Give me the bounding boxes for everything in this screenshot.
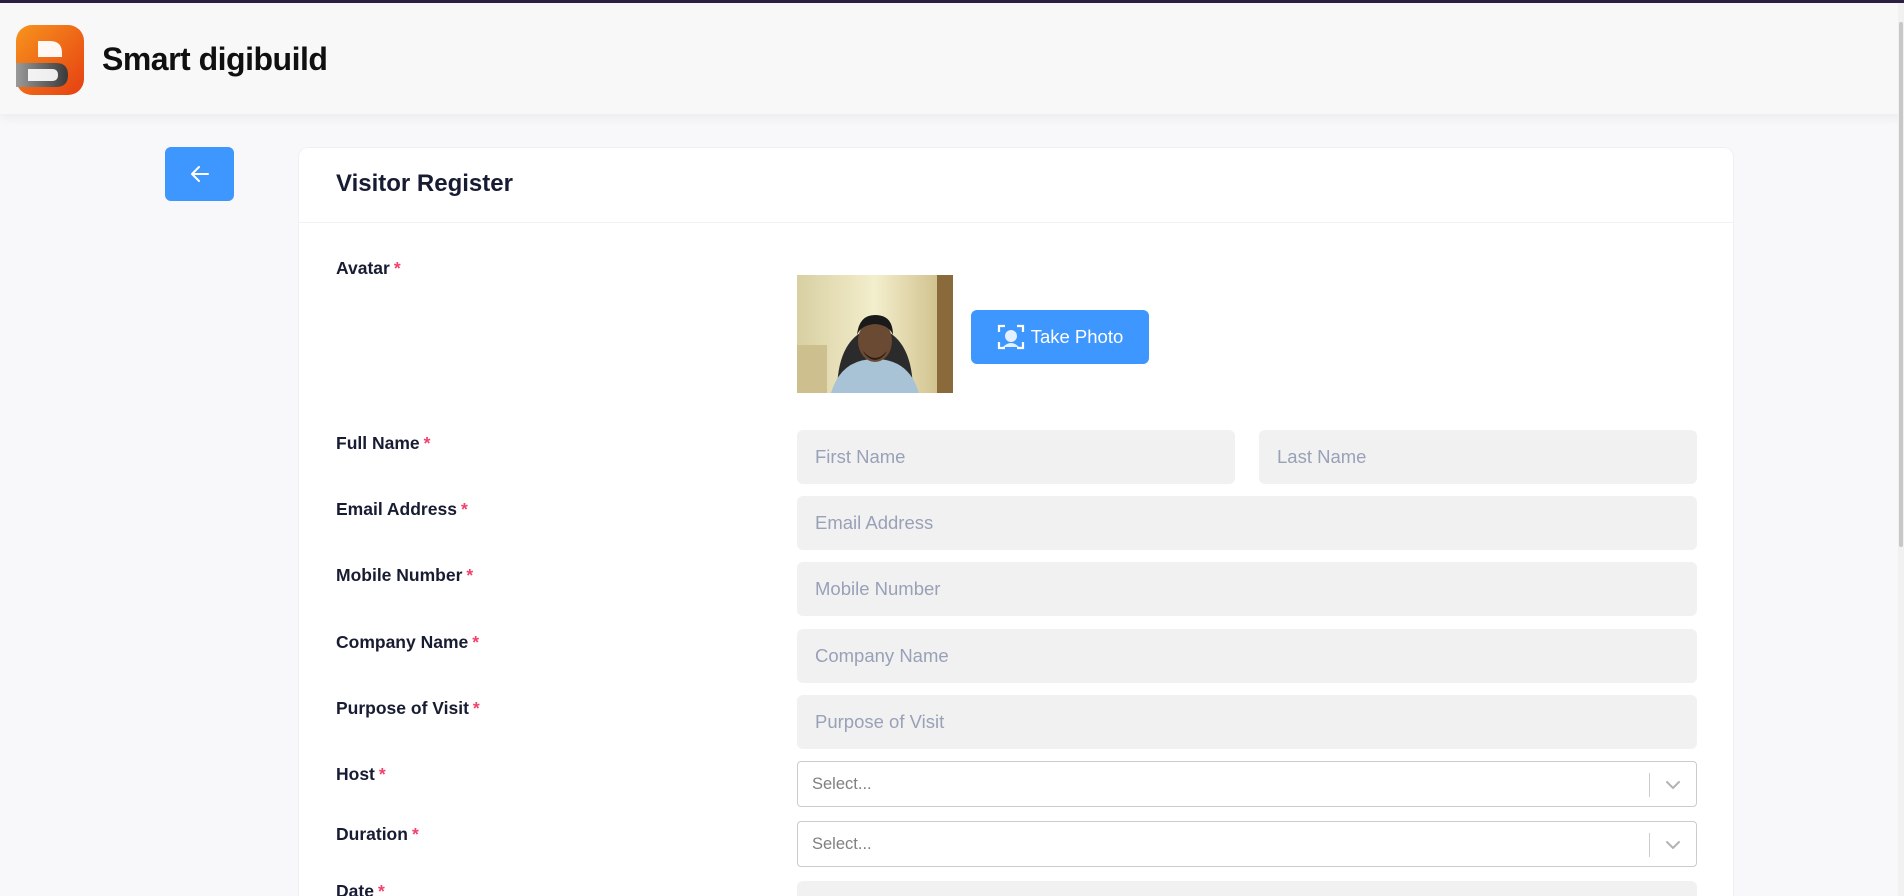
company-placeholder: Company Name — [815, 645, 949, 666]
visitor-register-card: Visitor Register Avatar * Take Photo Ful… — [298, 147, 1734, 896]
mobile-input[interactable]: Mobile Number — [797, 562, 1697, 616]
avatar-label: Avatar * — [336, 258, 401, 279]
host-select-placeholder: Select... — [812, 774, 872, 793]
purpose-input[interactable]: Purpose of Visit — [797, 695, 1697, 749]
select-separator — [1649, 833, 1650, 857]
date-label-text: Date — [336, 881, 374, 896]
take-photo-button[interactable]: Take Photo — [971, 310, 1149, 364]
page-title: Visitor Register — [336, 170, 513, 197]
required-mark: * — [393, 258, 401, 278]
date-input[interactable] — [797, 881, 1697, 896]
back-button[interactable] — [165, 147, 234, 201]
host-select[interactable]: Select... — [797, 761, 1697, 807]
full-name-label-text: Full Name — [336, 433, 420, 453]
required-mark: * — [472, 632, 480, 652]
mobile-label: Mobile Number * — [336, 565, 473, 586]
card-divider — [299, 222, 1733, 223]
required-mark: * — [472, 698, 480, 718]
take-photo-label: Take Photo — [1030, 326, 1124, 347]
duration-label: Duration * — [336, 824, 419, 845]
last-name-input[interactable]: Last Name — [1259, 430, 1697, 484]
app-header: Smart digibuild — [0, 3, 1904, 114]
full-name-label: Full Name * — [336, 433, 430, 454]
required-mark: * — [460, 499, 468, 519]
page-scrollbar-thumb[interactable] — [1899, 22, 1903, 547]
email-label-text: Email Address — [336, 499, 457, 519]
company-input[interactable]: Company Name — [797, 629, 1697, 683]
required-mark: * — [423, 433, 431, 453]
required-mark: * — [377, 881, 385, 896]
camera-scan-icon — [997, 324, 1024, 350]
company-label-text: Company Name — [336, 632, 469, 652]
purpose-placeholder: Purpose of Visit — [815, 711, 945, 732]
email-label: Email Address * — [336, 499, 468, 520]
chevron-down-icon[interactable] — [1663, 775, 1683, 795]
duration-select-placeholder: Select... — [812, 834, 872, 853]
select-separator — [1649, 773, 1650, 797]
avatar-photo — [797, 275, 953, 393]
purpose-label-text: Purpose of Visit — [336, 698, 469, 718]
duration-select[interactable]: Select... — [797, 821, 1697, 867]
required-mark: * — [378, 764, 386, 784]
host-label-text: Host — [336, 764, 375, 784]
email-placeholder: Email Address — [815, 512, 934, 533]
required-mark: * — [466, 565, 474, 585]
arrow-left-icon — [190, 166, 209, 182]
purpose-label: Purpose of Visit * — [336, 698, 480, 719]
smart-digibuild-logo — [16, 25, 84, 95]
required-mark: * — [411, 824, 419, 844]
duration-label-text: Duration — [336, 824, 408, 844]
last-name-placeholder: Last Name — [1277, 446, 1367, 467]
mobile-label-text: Mobile Number — [336, 565, 463, 585]
chevron-down-icon[interactable] — [1663, 835, 1683, 855]
avatar-label-text: Avatar — [336, 258, 390, 278]
company-label: Company Name * — [336, 632, 479, 653]
host-label: Host * — [336, 764, 386, 785]
avatar-photo-image — [797, 275, 953, 393]
brand-name: Smart digibuild — [102, 41, 328, 77]
first-name-input[interactable]: First Name — [797, 430, 1235, 484]
date-label: Date * — [336, 881, 385, 896]
first-name-placeholder: First Name — [815, 446, 906, 467]
email-input[interactable]: Email Address — [797, 496, 1697, 550]
mobile-placeholder: Mobile Number — [815, 578, 941, 599]
